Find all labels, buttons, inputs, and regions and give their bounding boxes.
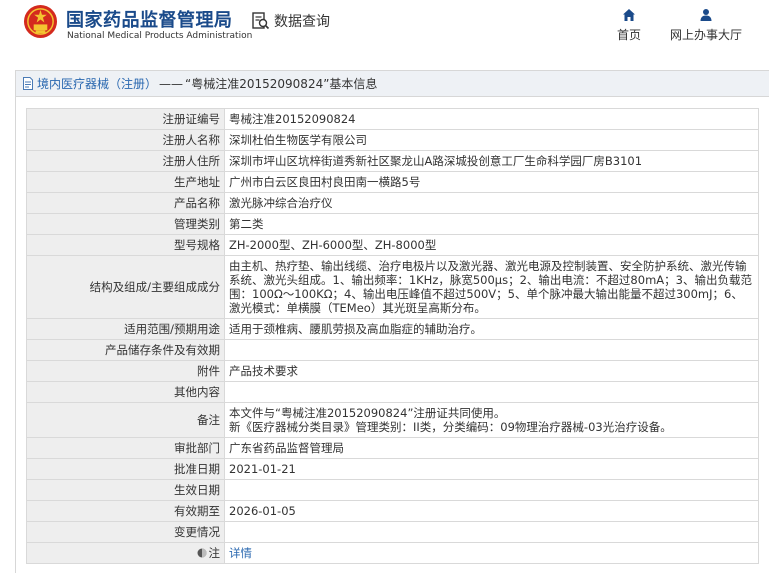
brand-title-cn: 国家药品监督管理局 xyxy=(66,10,233,31)
row-label: 产品名称 xyxy=(26,192,225,214)
row-value xyxy=(224,521,759,543)
table-row: 其他内容 xyxy=(26,381,759,403)
data-query-link[interactable]: 数据查询 xyxy=(251,11,330,31)
breadcrumb-category-link[interactable]: 境内医疗器械（注册） xyxy=(37,75,157,92)
row-value: 详情 xyxy=(224,542,759,564)
row-value: 由主机、热疗垫、输出线缆、治疗电极片以及激光器、激光电源及控制装置、安全防护系统… xyxy=(224,255,759,319)
table-row: 产品名称 激光脉冲综合治疗仪 xyxy=(26,192,759,214)
note-label: 注 xyxy=(208,546,221,560)
row-label: 生效日期 xyxy=(26,479,225,501)
table-row: 有效期至 2026-01-05 xyxy=(26,500,759,522)
table-row: 注 详情 xyxy=(26,542,759,564)
user-icon xyxy=(700,9,712,21)
row-label: 审批部门 xyxy=(26,437,225,459)
row-value xyxy=(224,479,759,501)
row-label: 注 xyxy=(26,542,225,564)
table-row: 结构及组成/主要组成成分 由主机、热疗垫、输出线缆、治疗电极片以及激光器、激光电… xyxy=(26,255,759,319)
row-label: 有效期至 xyxy=(26,500,225,522)
table-row: 附件 产品技术要求 xyxy=(26,360,759,382)
row-value: 产品技术要求 xyxy=(224,360,759,382)
row-value: 2021-01-21 xyxy=(224,458,759,480)
table-row: 批准日期 2021-01-21 xyxy=(26,458,759,480)
panel-breadcrumb: 境内医疗器械（注册） —— “粤械注准20152090824”基本信息 xyxy=(16,71,769,97)
table-row: 备注 本文件与“粤械注准20152090824”注册证共同使用。 新《医疗器械分… xyxy=(26,402,759,438)
table-row: 产品储存条件及有效期 xyxy=(26,339,759,361)
row-label: 管理类别 xyxy=(26,213,225,235)
row-label: 结构及组成/主要组成成分 xyxy=(26,255,225,319)
row-value xyxy=(224,339,759,361)
detail-panel: 境内医疗器械（注册） —— “粤械注准20152090824”基本信息 注册证编… xyxy=(15,70,769,573)
nav-home-label: 首页 xyxy=(616,28,641,42)
table-row: 型号规格 ZH-2000型、ZH-6000型、ZH-8000型 xyxy=(26,234,759,256)
table-row: 适用范围/预期用途 适用于颈椎病、腰肌劳损及高血脂症的辅助治疗。 xyxy=(26,318,759,340)
row-label: 注册人住所 xyxy=(26,150,225,172)
brand-title-en: National Medical Products Administration xyxy=(67,31,253,41)
row-value xyxy=(224,381,759,403)
details-link[interactable]: 详情 xyxy=(229,546,252,560)
table-row: 注册人名称 深圳杜伯生物医学有限公司 xyxy=(26,129,759,151)
row-label: 注册人名称 xyxy=(26,129,225,151)
site-header: 国家药品监督管理局 National Medical Products Admi… xyxy=(0,0,769,58)
remark-line-1: 本文件与“粤械注准20152090824”注册证共同使用。 xyxy=(229,406,506,420)
table-row: 变更情况 xyxy=(26,521,759,543)
row-value: 2026-01-05 xyxy=(224,500,759,522)
row-value: 深圳杜伯生物医学有限公司 xyxy=(224,129,759,151)
nav-online-service-hall-label: 网上办事大厅 xyxy=(669,28,742,42)
home-icon xyxy=(623,9,635,21)
breadcrumb-separator: —— xyxy=(159,76,184,91)
remark-line-2: 新《医疗器械分类目录》管理类别：II类，分类编码：09物理治疗器械-03光治疗设… xyxy=(229,420,672,434)
nav-online-service-hall[interactable]: 网上办事大厅 xyxy=(664,8,748,43)
table-row: 生效日期 xyxy=(26,479,759,501)
row-value: 第二类 xyxy=(224,213,759,235)
table-row: 审批部门 广东省药品监督管理局 xyxy=(26,437,759,459)
emblem-logo-icon xyxy=(23,4,58,39)
breadcrumb-record-title: “粤械注准20152090824”基本信息 xyxy=(185,77,378,91)
search-document-icon xyxy=(252,12,270,30)
row-label: 产品储存条件及有效期 xyxy=(26,339,225,361)
registration-info-table: 注册证编号 粤械注准20152090824 注册人名称 深圳杜伯生物医学有限公司… xyxy=(26,108,759,564)
row-value: 粤械注准20152090824 xyxy=(224,108,759,130)
row-value: 深圳市坪山区坑梓街道秀新社区聚龙山A路深城投创意工厂生命科学园厂房B3101 xyxy=(224,150,759,172)
row-label: 注册证编号 xyxy=(26,108,225,130)
row-label: 批准日期 xyxy=(26,458,225,480)
row-label: 适用范围/预期用途 xyxy=(26,318,225,340)
data-query-label: 数据查询 xyxy=(274,14,330,30)
table-row: 生产地址 广州市白云区良田村良田南一横路5号 xyxy=(26,171,759,193)
note-icon xyxy=(197,548,206,558)
row-label: 附件 xyxy=(26,360,225,382)
nav-home[interactable]: 首页 xyxy=(606,8,652,43)
row-label: 变更情况 xyxy=(26,521,225,543)
row-value: 本文件与“粤械注准20152090824”注册证共同使用。 新《医疗器械分类目录… xyxy=(224,402,759,438)
row-label: 备注 xyxy=(26,402,225,438)
row-label: 型号规格 xyxy=(26,234,225,256)
table-row: 注册证编号 粤械注准20152090824 xyxy=(26,108,759,130)
table-row: 管理类别 第二类 xyxy=(26,213,759,235)
row-value: ZH-2000型、ZH-6000型、ZH-8000型 xyxy=(224,234,759,256)
document-icon xyxy=(23,77,33,90)
row-value: 适用于颈椎病、腰肌劳损及高血脂症的辅助治疗。 xyxy=(224,318,759,340)
table-row: 注册人住所 深圳市坪山区坑梓街道秀新社区聚龙山A路深城投创意工厂生命科学园厂房B… xyxy=(26,150,759,172)
row-value: 广州市白云区良田村良田南一横路5号 xyxy=(224,171,759,193)
row-value: 广东省药品监督管理局 xyxy=(224,437,759,459)
row-value: 激光脉冲综合治疗仪 xyxy=(224,192,759,214)
row-label: 生产地址 xyxy=(26,171,225,193)
row-label: 其他内容 xyxy=(26,381,225,403)
